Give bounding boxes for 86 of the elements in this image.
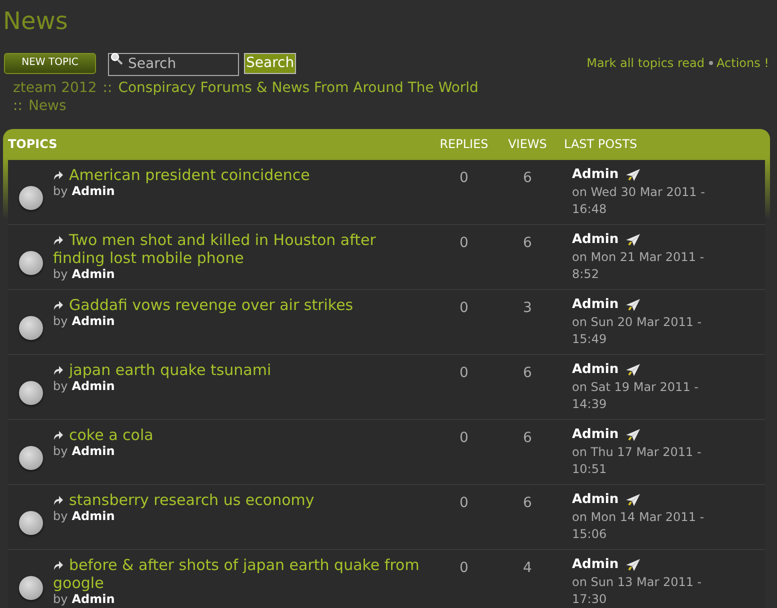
topic-status-icon bbox=[18, 380, 42, 404]
last-post-author[interactable]: Admin bbox=[572, 230, 619, 248]
column-header: TOPICS bbox=[8, 136, 58, 153]
bullet-icon bbox=[708, 61, 713, 66]
paper-plane-icon bbox=[624, 428, 641, 442]
author-link[interactable]: Admin bbox=[72, 314, 115, 328]
replies-count: 0 bbox=[458, 558, 470, 578]
breadcrumb-link[interactable]: Conspiracy Forums & News From Around The World bbox=[118, 78, 478, 96]
column-header: LAST POSTS bbox=[564, 136, 638, 153]
column-header: VIEWS bbox=[507, 136, 548, 153]
last-post-date: on Sun 20 Mar 2011 - 15:49 bbox=[572, 314, 703, 348]
by-label: by bbox=[53, 444, 68, 458]
last-post-date: on Mon 14 Mar 2011 - 15:06 bbox=[572, 508, 706, 542]
replies-count: 0 bbox=[458, 428, 470, 448]
views-count: 3 bbox=[522, 298, 533, 318]
arrow-icon bbox=[53, 494, 64, 504]
topic-link[interactable]: Two men shot and killed in Houston after finding lost mobile phone bbox=[53, 230, 428, 266]
views-count: 4 bbox=[522, 558, 533, 578]
breadcrumb-link[interactable]: News bbox=[28, 96, 66, 114]
topic-status-icon bbox=[18, 186, 42, 210]
search-field[interactable]: Search bbox=[108, 52, 239, 76]
arrow-icon bbox=[53, 430, 64, 440]
topic-status-icon bbox=[18, 316, 42, 340]
new-topic-button[interactable]: NEW TOPIC bbox=[4, 52, 96, 74]
action-link[interactable]: Actions ! bbox=[716, 54, 769, 72]
last-post-date: on Sat 19 Mar 2011 - 14:39 bbox=[572, 378, 700, 412]
arrow-icon bbox=[53, 300, 64, 310]
views-count: 6 bbox=[522, 428, 533, 448]
by-label: by bbox=[53, 508, 68, 524]
views-count: 6 bbox=[522, 168, 533, 188]
replies-count: 0 bbox=[458, 364, 470, 382]
action-link[interactable]: Mark all topics read bbox=[586, 54, 705, 72]
last-post-author[interactable]: Admin bbox=[572, 490, 619, 508]
paper-plane-icon bbox=[624, 492, 641, 506]
arrow-icon bbox=[53, 234, 64, 244]
topic-link[interactable]: Gaddafi vows revenge over air strikes bbox=[53, 296, 428, 314]
by-label: by bbox=[53, 184, 68, 198]
arrow-icon bbox=[53, 560, 64, 570]
by-label: by bbox=[53, 266, 68, 282]
replies-count: 0 bbox=[458, 168, 470, 188]
by-label: by bbox=[53, 314, 68, 328]
by-label: by bbox=[53, 592, 68, 606]
breadcrumb-separator: :: bbox=[13, 96, 22, 114]
topic-status-icon bbox=[18, 510, 42, 534]
topic-link[interactable]: before & after shots of japan earth quake from google bbox=[53, 556, 428, 592]
author-link[interactable]: Admin bbox=[72, 508, 115, 524]
views-count: 6 bbox=[522, 364, 533, 382]
last-post-author[interactable]: Admin bbox=[572, 296, 619, 314]
last-post-date: on Wed 30 Mar 2011 - 16:48 bbox=[572, 184, 706, 218]
topic-link[interactable]: japan earth quake tsunami bbox=[53, 360, 428, 378]
search-icon bbox=[110, 52, 124, 66]
breadcrumb-separator: :: bbox=[102, 78, 112, 96]
author-link[interactable]: Admin bbox=[72, 266, 115, 282]
last-post-date: on Thu 17 Mar 2011 - 10:51 bbox=[572, 444, 702, 478]
replies-count: 0 bbox=[458, 494, 470, 512]
topic-status-icon bbox=[18, 576, 42, 600]
last-post-author[interactable]: Admin bbox=[572, 556, 619, 574]
last-post-author[interactable]: Admin bbox=[572, 166, 619, 184]
arrow-icon bbox=[53, 170, 64, 180]
topic-link[interactable]: coke a cola bbox=[53, 426, 428, 444]
replies-count: 0 bbox=[458, 234, 470, 252]
replies-count: 0 bbox=[458, 298, 470, 318]
breadcrumb-link[interactable]: zteam 2012 bbox=[13, 78, 97, 96]
page-title: News bbox=[2, 6, 69, 35]
last-post-date: on Mon 21 Mar 2011 - 8:52 bbox=[572, 248, 706, 282]
last-post-author[interactable]: Admin bbox=[572, 360, 619, 378]
topic-status-icon bbox=[18, 250, 42, 274]
paper-plane-icon bbox=[624, 232, 641, 246]
last-post-author[interactable]: Admin bbox=[572, 426, 619, 444]
paper-plane-icon bbox=[624, 168, 641, 182]
by-label: by bbox=[53, 378, 68, 394]
column-header: REPLIES bbox=[438, 136, 490, 153]
views-count: 6 bbox=[522, 234, 533, 252]
author-link[interactable]: Admin bbox=[72, 592, 115, 606]
topic-link[interactable]: stansberry research us economy bbox=[53, 490, 428, 508]
paper-plane-icon bbox=[624, 558, 641, 572]
topic-status-icon bbox=[18, 446, 42, 470]
paper-plane-icon bbox=[624, 298, 641, 312]
arrow-icon bbox=[53, 364, 64, 374]
topic-link[interactable]: American president coincidence bbox=[53, 166, 428, 184]
paper-plane-icon bbox=[624, 362, 641, 376]
author-link[interactable]: Admin bbox=[72, 378, 115, 394]
author-link[interactable]: Admin bbox=[72, 184, 115, 198]
author-link[interactable]: Admin bbox=[72, 444, 115, 458]
last-post-date: on Sun 13 Mar 2011 - 17:30 bbox=[572, 574, 703, 608]
views-count: 6 bbox=[522, 494, 533, 512]
